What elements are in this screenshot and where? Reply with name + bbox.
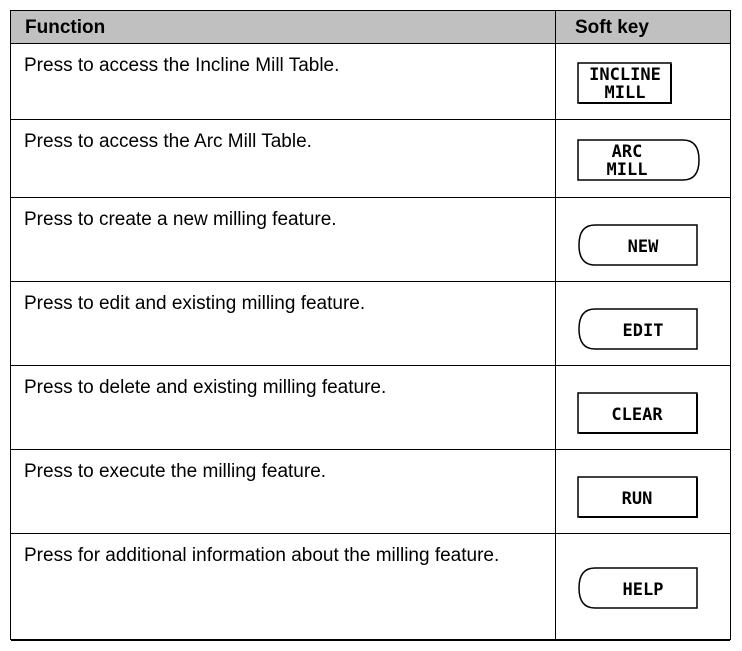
softkey-label-line-2: MILL xyxy=(607,160,648,180)
arc-mill-softkey[interactable]: ARC MILL xyxy=(575,137,705,183)
softkey-label: RUN xyxy=(622,489,653,509)
table-row-help: Press for additional information about t… xyxy=(11,534,730,641)
row-description: Press to create a new milling feature. xyxy=(24,209,337,230)
table-row-new: Press to create a new milling feature. N… xyxy=(11,198,730,282)
table-row-run: Press to execute the milling feature. RU… xyxy=(11,450,730,534)
table-row-edit: Press to edit and existing milling featu… xyxy=(11,282,730,366)
row-description: Press to execute the milling feature. xyxy=(24,461,327,482)
row-description: Press to access the Incline Mill Table. xyxy=(24,55,340,76)
header-soft-key: Soft key xyxy=(575,17,649,38)
row-description: Press to delete and existing milling fea… xyxy=(24,377,387,398)
table-row-clear: Press to delete and existing milling fea… xyxy=(11,366,730,450)
row-description: Press to access the Arc Mill Table. xyxy=(24,131,312,152)
softkey-label: NEW xyxy=(628,237,659,257)
header-function: Function xyxy=(25,17,106,38)
softkey-label: EDIT xyxy=(623,321,664,341)
run-softkey[interactable]: RUN xyxy=(575,474,705,520)
edit-softkey[interactable]: EDIT xyxy=(575,306,705,352)
column-divider xyxy=(555,11,556,639)
incline-mill-softkey[interactable]: INCLINE MILL xyxy=(575,60,675,106)
table-row-arc-mill: Press to access the Arc Mill Table. ARC … xyxy=(11,120,730,198)
softkey-label: CLEAR xyxy=(611,405,663,425)
new-softkey[interactable]: NEW xyxy=(575,222,705,268)
function-table: Function Soft key Press to access the In… xyxy=(10,10,731,641)
softkey-label-line-1: ARC xyxy=(612,142,643,162)
table-row-incline-mill: Press to access the Incline Mill Table. … xyxy=(11,44,730,120)
help-softkey[interactable]: HELP xyxy=(575,565,705,611)
softkey-label: HELP xyxy=(623,580,664,600)
row-description: Press for additional information about t… xyxy=(24,545,500,566)
softkey-label-line-1: INCLINE xyxy=(589,65,661,85)
row-description: Press to edit and existing milling featu… xyxy=(24,293,366,314)
clear-softkey[interactable]: CLEAR xyxy=(575,390,705,436)
table-header: Function Soft key xyxy=(11,11,730,44)
softkey-label-line-2: MILL xyxy=(605,83,646,103)
